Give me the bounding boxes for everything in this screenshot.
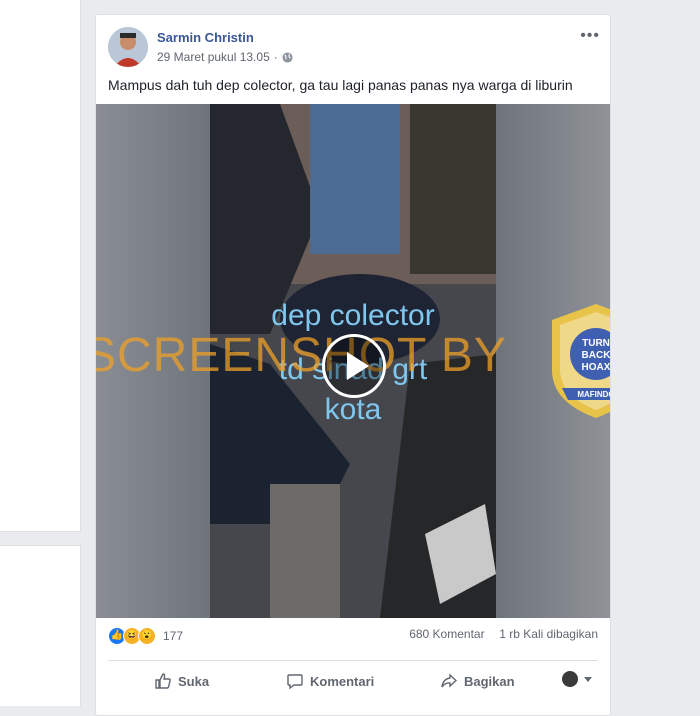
comment-bubble-icon (287, 674, 303, 690)
post-meta: 29 Maret pukul 13.05 · (157, 50, 293, 64)
video-player[interactable]: dep colector td sinad grt kota SCREENSHO… (96, 104, 610, 618)
stats-divider (108, 660, 598, 661)
author-avatar[interactable] (108, 27, 148, 67)
account-avatar (562, 671, 578, 687)
badge-line-2: BACK (582, 350, 610, 361)
play-button[interactable] (322, 334, 386, 398)
post-stats: 👍 😆 😮 177 680 Komentar 1 rb Kali dibagik… (108, 627, 598, 647)
share-count[interactable]: 1 rb Kali dibagikan (499, 627, 598, 641)
play-icon (347, 352, 369, 380)
like-label: Suka (178, 673, 210, 689)
badge-ribbon: MAFINDO (577, 390, 610, 399)
post-options-icon[interactable]: ••• (580, 27, 600, 45)
post-timestamp[interactable]: 29 Maret pukul 13.05 (157, 50, 270, 64)
reactions-summary[interactable]: 👍 😆 😮 177 (108, 627, 183, 645)
comment-count[interactable]: 680 Komentar (409, 627, 484, 641)
author-name[interactable]: Sarmin Christin (157, 30, 254, 45)
wow-icon: 😮 (138, 627, 156, 645)
feed-post: Sarmin Christin 29 Maret pukul 13.05 · •… (95, 14, 611, 716)
post-text: Mampus dah tuh dep colector, ga tau lagi… (108, 77, 573, 93)
globe-icon[interactable] (282, 51, 293, 63)
share-button[interactable]: Bagikan (440, 667, 515, 695)
mafindo-badge-logo: TURN BACK HOAX MAFINDO (548, 302, 610, 420)
engagement-counts: 680 Komentar 1 rb Kali dibagikan (409, 627, 598, 641)
screenshot-watermark: SCREENSHOT BY (96, 329, 507, 382)
badge-line-3: HOAX (582, 362, 610, 373)
badge-line-1: TURN (582, 338, 610, 349)
comment-label: Komentari (310, 673, 375, 689)
comment-button[interactable]: Komentari (286, 667, 374, 695)
reaction-count[interactable]: 177 (163, 629, 183, 643)
chevron-down-icon (584, 676, 592, 682)
left-sidebar-card (0, 0, 81, 532)
post-as-selector[interactable] (562, 671, 592, 687)
video-overlay-line-3: kota (324, 393, 382, 426)
like-button[interactable]: Suka (154, 667, 209, 695)
post-action-bar: Suka Komentari Bagikan (96, 667, 610, 699)
share-arrow-icon (441, 673, 458, 688)
meta-separator: · (273, 50, 278, 64)
share-label: Bagikan (464, 673, 515, 689)
left-sidebar-card-lower (0, 545, 81, 706)
thumbs-up-icon (155, 673, 171, 689)
